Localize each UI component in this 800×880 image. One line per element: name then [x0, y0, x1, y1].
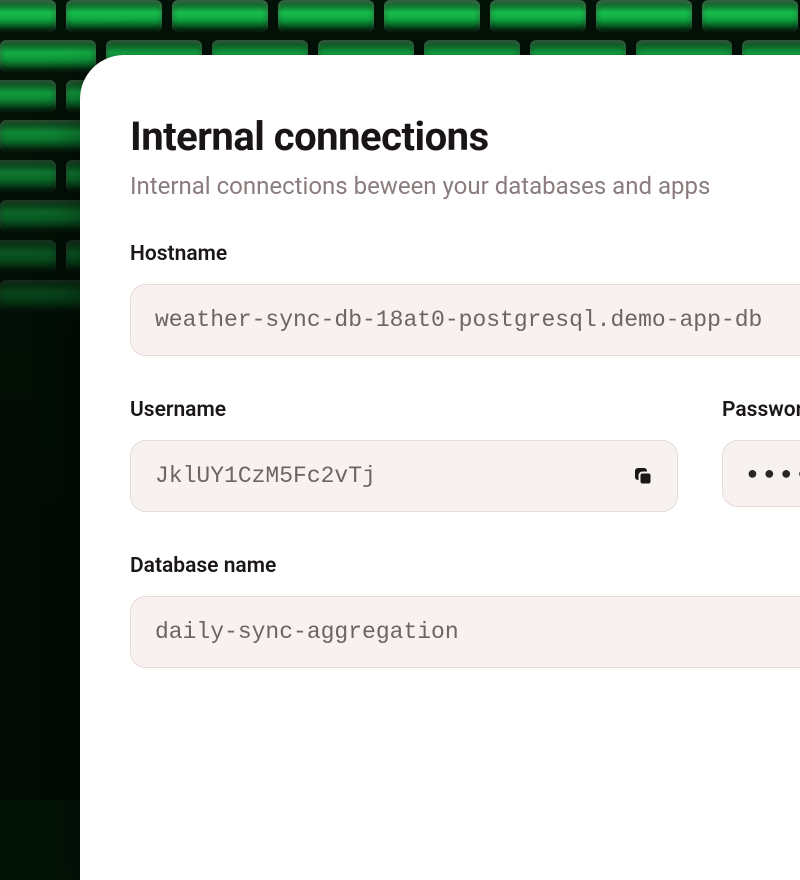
database-field: Database name daily-sync-aggregation: [130, 554, 800, 668]
database-value: daily-sync-aggregation: [155, 619, 459, 645]
password-input[interactable]: ●●●●: [722, 440, 800, 507]
page-subtitle: Internal connections beween your databas…: [130, 172, 800, 200]
database-label: Database name: [130, 554, 800, 578]
connections-card: Internal connections Internal connection…: [80, 55, 800, 880]
password-value: ●●●●: [747, 463, 800, 484]
username-value: JklUY1CzM5Fc2vTj: [155, 463, 376, 489]
copy-icon[interactable]: [633, 466, 653, 486]
username-label: Username: [130, 398, 678, 422]
database-input[interactable]: daily-sync-aggregation: [130, 596, 800, 668]
page-title: Internal connections: [130, 113, 800, 160]
username-input[interactable]: JklUY1CzM5Fc2vTj: [130, 440, 678, 512]
hostname-field: Hostname weather-sync-db-18at0-postgresq…: [130, 242, 800, 356]
password-field: Password ●●●●: [722, 398, 800, 512]
hostname-value: weather-sync-db-18at0-postgresql.demo-ap…: [155, 307, 762, 333]
hostname-label: Hostname: [130, 242, 800, 266]
password-label: Password: [722, 398, 800, 422]
hostname-input[interactable]: weather-sync-db-18at0-postgresql.demo-ap…: [130, 284, 800, 356]
username-field: Username JklUY1CzM5Fc2vTj: [130, 398, 678, 512]
